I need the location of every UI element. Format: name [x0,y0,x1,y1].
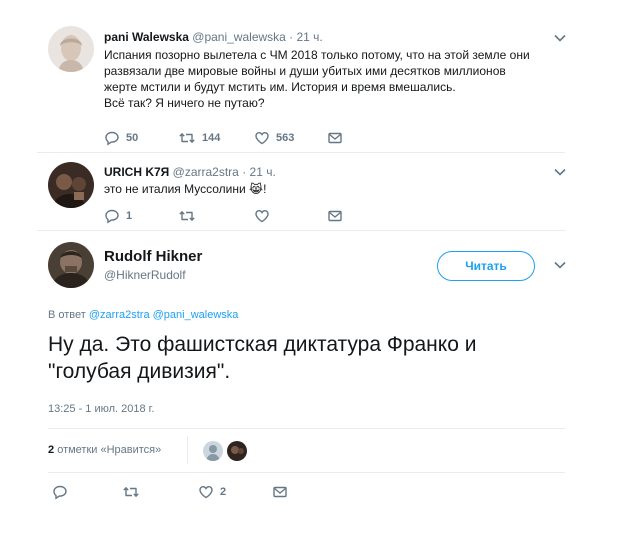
retweet-count: 144 [202,132,221,144]
message-button[interactable] [272,484,288,500]
divider [48,428,565,429]
reply-count: 50 [126,132,139,144]
retweet-icon [178,208,196,224]
follow-button[interactable]: Читать [437,251,535,281]
retweet-button[interactable] [178,208,202,224]
message-icon [327,208,343,224]
avatar[interactable] [48,26,94,72]
message-icon [272,484,288,500]
like-count: 2 [220,486,227,498]
reply-icon [104,208,120,224]
message-icon [327,130,343,146]
reply-button[interactable] [52,484,68,500]
chevron-down-icon[interactable] [553,33,567,43]
divider [48,472,565,473]
tweet-text: это не италия Муссолини 😹! [104,182,267,196]
divider [37,152,565,153]
tweet-text-line: развязали две мировые войны и души убиты… [104,64,506,78]
tweet-time[interactable]: · 21 ч. [242,165,276,179]
author-handle[interactable]: @pani_walewska [192,30,286,44]
divider [187,436,188,464]
reply-context: В ответ @zarra2stra @pani_walewska [48,309,238,321]
likes-count: 2 [48,444,55,456]
tweet-time[interactable]: · 21 ч. [289,30,323,44]
reply-count: 1 [126,210,133,222]
reply-icon [104,130,120,146]
chevron-down-icon[interactable] [553,167,567,177]
reply-prefix: В ответ [48,309,86,321]
liker-avatars [203,441,247,461]
like-button[interactable]: 563 [254,130,294,146]
retweet-icon [178,130,196,146]
heart-icon [254,130,270,146]
tweet-text-line: Ну да. Это фашистская диктатура Франко и [48,333,477,356]
tweet-text-line: жерте мстили и будут мстить им. История … [104,80,456,94]
avatar[interactable] [203,441,223,461]
reply-handle-link[interactable]: @zarra2stra [89,309,150,321]
author-handle[interactable]: @HiknerRudolf [104,268,186,282]
message-button[interactable] [327,208,343,224]
avatar[interactable] [48,162,94,208]
divider [37,230,565,231]
heart-icon [198,484,214,500]
avatar[interactable] [227,441,247,461]
chevron-down-icon[interactable] [553,260,567,270]
retweet-button[interactable]: 144 [178,130,220,146]
timestamp[interactable]: 13:25 - 1 июл. 2018 г. [48,403,154,415]
likes-summary[interactable]: 2 отметки «Нравится» [48,444,161,456]
likes-label: отметки «Нравится» [57,444,162,456]
reply-button[interactable]: 50 [104,130,138,146]
retweet-icon [122,484,140,500]
tweet-text-line: Испания позорно вылетела с ЧМ 2018 тольк… [104,48,530,62]
author-name[interactable]: URICH K7Я [104,165,169,179]
avatar[interactable] [48,242,94,288]
author-name[interactable]: Rudolf Hikner [104,248,202,265]
retweet-button[interactable] [122,484,140,500]
like-button[interactable]: 2 [198,484,226,500]
reply-button[interactable]: 1 [104,208,132,224]
tweet-text-line: "голубая дивизия". [48,360,231,383]
like-count: 563 [276,132,295,144]
tweet-text-line: Всё так? Я ничего не путаю? [104,96,265,110]
like-button[interactable] [254,208,276,224]
author-name[interactable]: pani Walewska [104,30,189,44]
author-handle[interactable]: @zarra2stra [173,165,239,179]
message-button[interactable] [327,130,343,146]
reply-handle-link[interactable]: @pani_walewska [153,309,239,321]
tweet-text: Ну да. Это фашистская диктатура Франко и… [48,331,588,385]
reply-icon [52,484,68,500]
heart-icon [254,208,270,224]
